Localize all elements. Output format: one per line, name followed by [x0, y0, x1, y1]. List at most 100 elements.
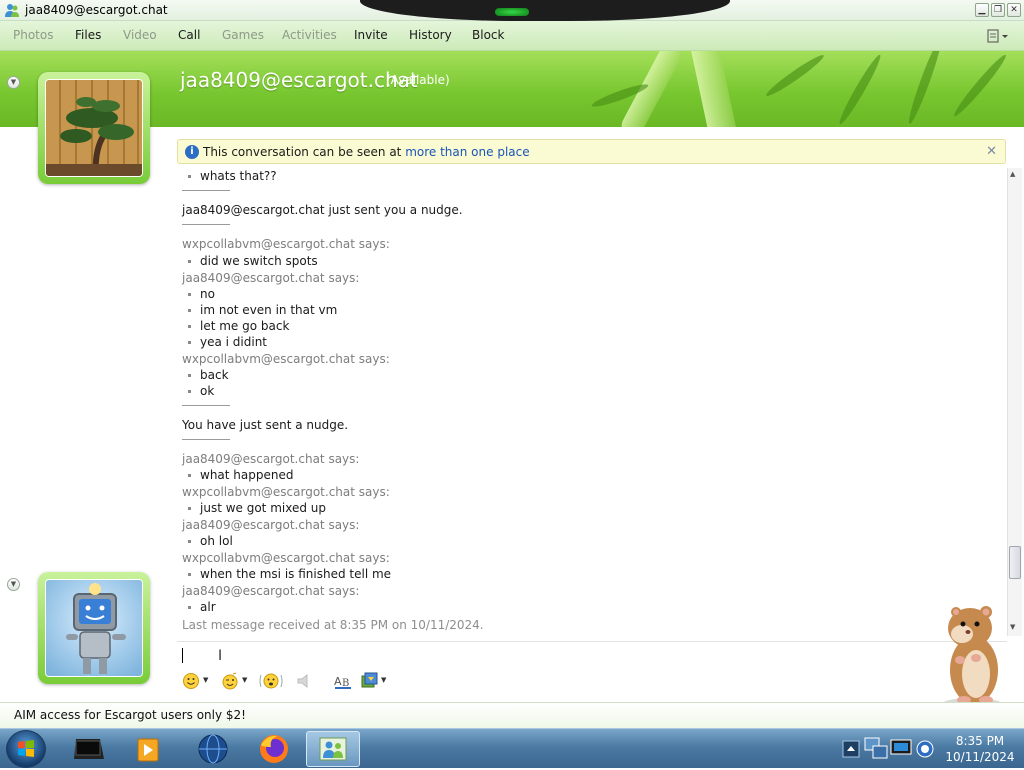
- conversation-history: whats that?? jaa8409@escargot.chat just …: [172, 168, 1006, 636]
- contact-avatar-frame[interactable]: [38, 72, 150, 184]
- message-line: just we got mixed up: [182, 501, 326, 515]
- network-tray-icon: [864, 737, 888, 759]
- own-avatar-frame[interactable]: [38, 572, 150, 684]
- system-tray: [841, 732, 939, 766]
- sender-header: jaa8409@escargot.chat says:: [182, 271, 360, 285]
- bonsai-picture-icon: [46, 80, 142, 176]
- collapse-contact-avatar-button[interactable]: ▼: [7, 76, 20, 89]
- contact-avatar: [45, 79, 143, 177]
- nudge-divider: [182, 405, 230, 406]
- notice-message: This conversation can be seen at: [203, 145, 406, 159]
- input-toolbar: ▼ ▼ A B ▼: [177, 670, 477, 692]
- input-separator: [177, 641, 1007, 642]
- maximize-button[interactable]: ❐: [991, 3, 1005, 17]
- emoticon-icon[interactable]: [182, 672, 200, 690]
- title-notch-decoration: [360, 0, 730, 21]
- messenger-tray-icon: [916, 740, 934, 758]
- messenger-app-icon: [5, 4, 19, 17]
- windows-logo-icon: [18, 740, 34, 757]
- info-icon: i: [185, 145, 199, 159]
- bamboo-stalk-decoration: [687, 51, 741, 127]
- minimize-button[interactable]: ▁: [975, 3, 989, 17]
- last-message-timestamp: Last message received at 8:35 PM on 10/1…: [182, 618, 484, 632]
- footer-ad-link[interactable]: AIM access for Escargot users only $2!: [14, 708, 246, 722]
- taskbar-terminal-button[interactable]: [62, 731, 116, 767]
- own-avatar: [45, 579, 143, 677]
- collapse-own-avatar-button[interactable]: ▼: [7, 578, 20, 591]
- taskbar-media-player-button[interactable]: [122, 731, 176, 767]
- text-caret: [182, 648, 183, 663]
- nudge-notice: jaa8409@escargot.chat just sent you a nu…: [182, 203, 463, 217]
- taskbar-firefox-button[interactable]: [247, 731, 301, 767]
- leaf-decoration: [905, 51, 945, 126]
- message-line: what happened: [182, 468, 293, 482]
- ibeam-cursor-icon: I: [218, 648, 223, 664]
- sender-header: wxpcollabvm@escargot.chat says:: [182, 237, 390, 251]
- sender-header: wxpcollabvm@escargot.chat says:: [182, 551, 390, 565]
- message-line: back: [182, 368, 229, 382]
- background-dropdown-icon[interactable]: ▼: [381, 676, 386, 684]
- leaf-decoration: [836, 52, 884, 127]
- clock-date[interactable]: 10/11/2024: [944, 750, 1016, 764]
- menu-history[interactable]: History: [409, 28, 452, 42]
- scrollbar-thumb[interactable]: [1009, 546, 1021, 579]
- scroll-up-icon[interactable]: ▲: [1010, 170, 1015, 178]
- font-icon[interactable]: A B: [333, 672, 353, 690]
- sender-header: jaa8409@escargot.chat says:: [182, 518, 360, 532]
- taskbar-messenger-button[interactable]: [306, 731, 360, 767]
- globe-browser-icon: [198, 734, 228, 764]
- message-input[interactable]: I: [177, 644, 948, 668]
- menu-files[interactable]: Files: [75, 28, 101, 42]
- wink-dropdown-icon[interactable]: ▼: [242, 676, 247, 684]
- nudge-divider: [182, 190, 230, 191]
- robot-picture-icon: [46, 580, 142, 676]
- display-tray-icon: [890, 739, 912, 755]
- nudge-icon[interactable]: [259, 672, 283, 690]
- voice-clip-icon[interactable]: [295, 672, 313, 690]
- leaf-decoration: [950, 51, 1010, 120]
- notice-text: This conversation can be seen at more th…: [203, 145, 530, 159]
- terminal-icon: [74, 739, 104, 759]
- sender-header: wxpcollabvm@escargot.chat says:: [182, 352, 390, 366]
- clock-time[interactable]: 8:35 PM: [950, 734, 1010, 748]
- scroll-down-icon[interactable]: ▼: [1010, 623, 1015, 631]
- menu-video[interactable]: Video: [123, 28, 157, 42]
- close-notice-icon[interactable]: ✕: [986, 144, 997, 159]
- nudge-notice: You have just sent a nudge.: [182, 418, 349, 432]
- status-footer: AIM access for Escargot users only $2!: [0, 702, 1024, 728]
- taskbar: 8:35 PM 10/11/2024: [0, 728, 1024, 768]
- hamster-mascot-icon: [942, 606, 1002, 710]
- svg-text:A: A: [334, 675, 342, 688]
- message-line: when the msi is finished tell me: [182, 567, 391, 581]
- message-line: oh lol: [182, 534, 233, 548]
- multi-location-notice: i This conversation can be seen at more …: [177, 139, 1006, 164]
- menu-games[interactable]: Games: [222, 28, 264, 42]
- wink-icon[interactable]: [221, 672, 239, 690]
- notch-glow-decoration: [495, 8, 529, 16]
- menu-photos[interactable]: Photos: [13, 28, 53, 42]
- message-line: ok: [182, 384, 214, 398]
- menu-invite[interactable]: Invite: [354, 28, 388, 42]
- menu-block[interactable]: Block: [472, 28, 504, 42]
- menu-call[interactable]: Call: [178, 28, 200, 42]
- messenger-icon: [319, 737, 347, 761]
- background-icon[interactable]: [360, 672, 378, 690]
- leaf-decoration: [763, 51, 827, 100]
- emoticon-dropdown-icon[interactable]: ▼: [203, 676, 208, 684]
- more-than-one-place-link[interactable]: more than one place: [405, 145, 529, 159]
- taskbar-browser-button[interactable]: [186, 731, 240, 767]
- show-menu-icon[interactable]: [986, 27, 1010, 45]
- start-button[interactable]: [6, 730, 46, 768]
- contact-header-banner: jaa8409@escargot.chat (Available): [0, 51, 1024, 127]
- message-line: did we switch spots: [182, 254, 318, 268]
- contact-status: (Available): [386, 73, 450, 87]
- nudge-divider: [182, 439, 230, 440]
- menu-bar: Photos Files Video Call Games Activities…: [0, 21, 1024, 51]
- menu-activities[interactable]: Activities: [282, 28, 337, 42]
- close-button[interactable]: ✕: [1007, 3, 1021, 17]
- sender-header: wxpcollabvm@escargot.chat says:: [182, 485, 390, 499]
- message-line: let me go back: [182, 319, 289, 333]
- contact-name[interactable]: jaa8409@escargot.chat: [180, 68, 418, 92]
- window-title: jaa8409@escargot.chat: [25, 3, 168, 17]
- conversation-scrollbar[interactable]: ▲ ▼: [1007, 168, 1022, 636]
